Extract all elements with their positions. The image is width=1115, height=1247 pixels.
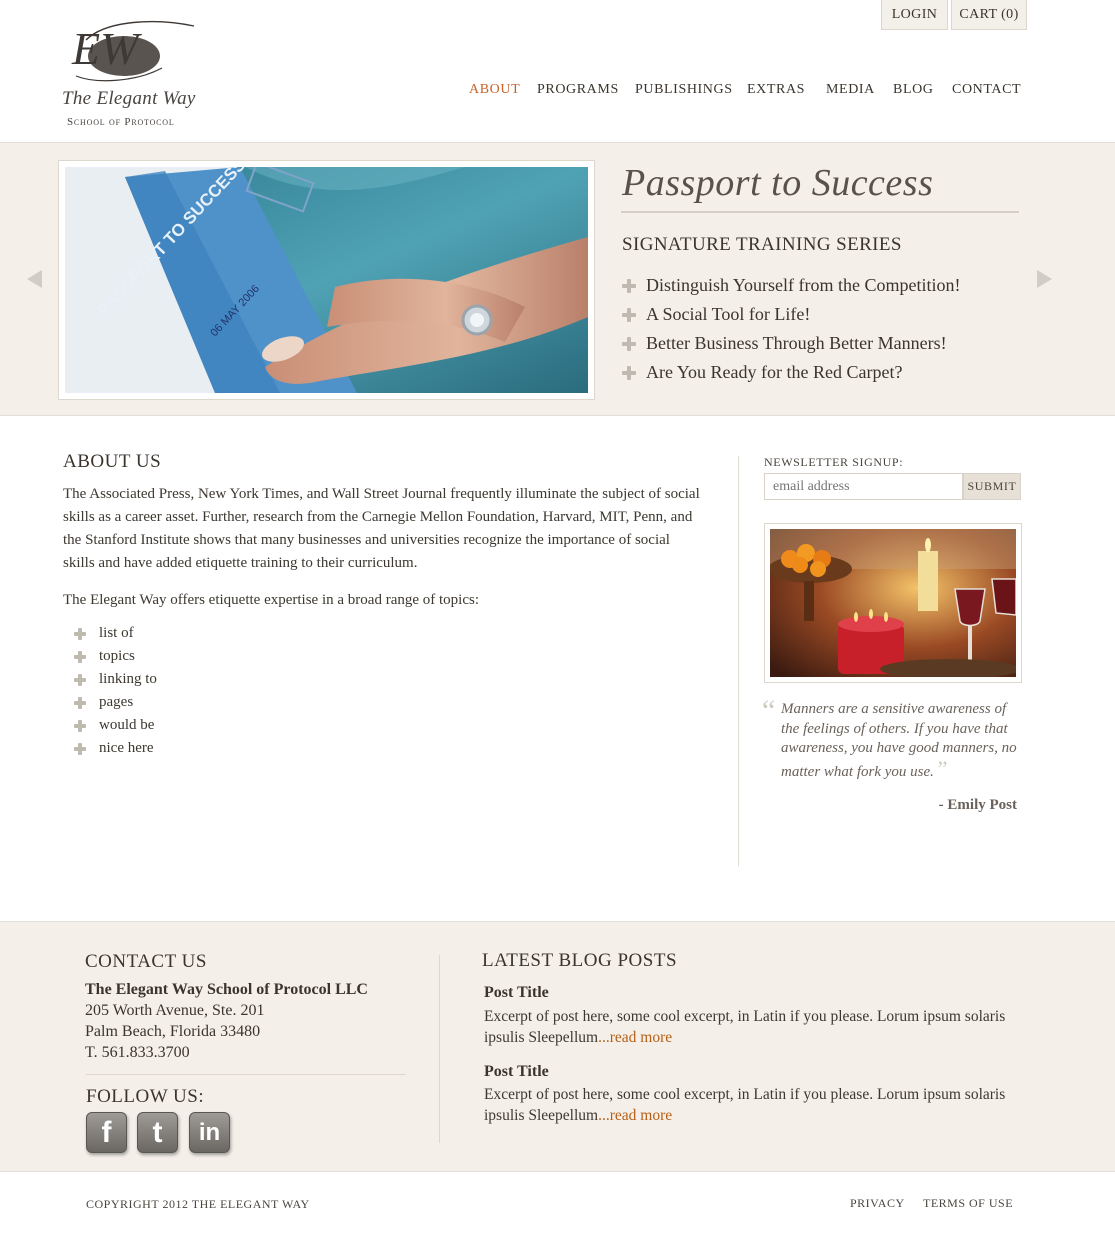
read-more-link[interactable]: ...read more <box>598 1107 672 1124</box>
topic-item[interactable]: pages <box>74 691 157 714</box>
topic-label: topics <box>99 648 135 664</box>
plus-bullet-icon <box>74 673 86 686</box>
svg-text:EW: EW <box>71 23 142 74</box>
about-heading: ABOUT US <box>63 451 162 472</box>
topics-list: list of topics linking to pages would be… <box>74 622 157 760</box>
login-button[interactable]: LOGIN <box>881 0 948 30</box>
about-topics-intro: The Elegant Way offers etiquette experti… <box>63 592 480 608</box>
follow-heading: FOLLOW US: <box>86 1086 205 1107</box>
logo[interactable]: EW The Elegant Way School of Protocol <box>60 18 210 133</box>
facebook-icon[interactable]: f <box>86 1112 127 1153</box>
newsletter-label: NEWSLETTER SIGNUP: <box>764 455 904 469</box>
copyright: COPYRIGHT 2012 THE ELEGANT WAY <box>86 1197 310 1211</box>
hero-subtitle: SIGNATURE TRAINING SERIES <box>622 234 902 255</box>
quote-author: - Emily Post <box>938 797 1017 813</box>
hero-bullet-list: Distinguish Yourself from the Competitio… <box>622 271 961 387</box>
content-divider <box>738 456 739 866</box>
plus-bullet-icon <box>74 627 86 640</box>
passport-hand-photo: PASSPORT TO SUCCESS 06 MAY 2006 <box>65 167 588 393</box>
cart-button[interactable]: CART (0) <box>951 0 1027 30</box>
nav-programs[interactable]: PROGRAMS <box>537 82 619 98</box>
quote-open-mark-icon: “ <box>762 694 776 727</box>
plus-bullet-icon <box>622 278 636 293</box>
topic-label: linking to <box>99 671 157 687</box>
plus-bullet-icon <box>74 650 86 663</box>
hero-bullet: Better Business Through Better Manners! <box>622 329 961 358</box>
hero-bullet-text: A Social Tool for Life! <box>646 304 811 324</box>
hero-divider <box>621 211 1019 213</box>
slider-next-arrow-icon[interactable] <box>1037 270 1052 288</box>
topic-item[interactable]: linking to <box>74 668 157 691</box>
footer-divider <box>439 955 440 1143</box>
plus-bullet-icon <box>622 307 636 322</box>
plus-bullet-icon <box>74 719 86 732</box>
hero-bullet: Are You Ready for the Red Carpet? <box>622 358 961 387</box>
topic-label: list of <box>99 625 134 641</box>
blog-heading: LATEST BLOG POSTS <box>482 950 678 971</box>
site-header: EW The Elegant Way School of Protocol LO… <box>0 0 1115 143</box>
hero-image-frame: PASSPORT TO SUCCESS 06 MAY 2006 <box>58 160 595 400</box>
company-name: The Elegant Way School of Protocol LLC <box>85 981 368 998</box>
read-more-link[interactable]: ...read more <box>598 1029 672 1046</box>
contact-heading: CONTACT US <box>85 951 207 972</box>
slider-prev-arrow-icon[interactable] <box>27 270 42 288</box>
topic-label: would be <box>99 717 155 733</box>
hero-bullet-text: Distinguish Yourself from the Competitio… <box>646 275 961 295</box>
topic-item[interactable]: topics <box>74 645 157 668</box>
post-excerpt-text: Excerpt of post here, some cool excerpt,… <box>484 1008 1006 1046</box>
hero-banner: PASSPORT TO SUCCESS 06 MAY 2006 Passport… <box>0 143 1115 416</box>
nav-media[interactable]: MEDIA <box>826 82 875 98</box>
nav-about[interactable]: ABOUT <box>469 82 520 98</box>
post-title[interactable]: Post Title <box>484 1063 549 1081</box>
monogram-logo-icon: EW <box>71 20 195 82</box>
topic-item[interactable]: would be <box>74 714 157 737</box>
privacy-link[interactable]: PRIVACY <box>850 1196 905 1211</box>
footer: CONTACT US The Elegant Way School of Pro… <box>0 921 1115 1172</box>
post-excerpt-text: Excerpt of post here, some cool excerpt,… <box>484 1086 1006 1124</box>
quote-block: Manners are a sensitive awareness of the… <box>781 700 1021 782</box>
post-excerpt: Excerpt of post here, some cool excerpt,… <box>484 1006 1029 1048</box>
quote-text: Manners are a sensitive awareness of the… <box>781 701 1017 780</box>
topic-item[interactable]: list of <box>74 622 157 645</box>
plus-bullet-icon <box>74 742 86 755</box>
plus-bullet-icon <box>622 336 636 351</box>
post-title[interactable]: Post Title <box>484 984 549 1002</box>
topic-item[interactable]: nice here <box>74 737 157 760</box>
topic-label: pages <box>99 694 134 710</box>
address-line-2: Palm Beach, Florida 33480 <box>85 1023 261 1040</box>
logo-name: The Elegant Way <box>62 88 196 109</box>
hero-bullet: A Social Tool for Life! <box>622 300 961 329</box>
newsletter-email-input[interactable] <box>764 473 963 500</box>
nav-publishings[interactable]: PUBLISHINGS <box>635 82 733 98</box>
newsletter-submit-button[interactable]: SUBMIT <box>963 473 1021 500</box>
linkedin-icon[interactable]: in <box>189 1112 230 1153</box>
topic-label: nice here <box>99 740 154 756</box>
contact-divider <box>86 1074 406 1075</box>
sidebar-image-frame <box>764 523 1022 683</box>
hero-bullet: Distinguish Yourself from the Competitio… <box>622 271 961 300</box>
candles-table-photo <box>770 529 1016 677</box>
terms-link[interactable]: TERMS OF USE <box>923 1196 1013 1211</box>
nav-contact[interactable]: CONTACT <box>952 82 1021 98</box>
plus-bullet-icon <box>622 365 636 380</box>
logo-tagline: School of Protocol <box>67 116 175 128</box>
about-paragraph: The Associated Press, New York Times, an… <box>63 486 700 571</box>
hero-bullet-text: Better Business Through Better Manners! <box>646 333 947 353</box>
quote-close-mark-icon: ” <box>937 755 948 781</box>
hero-bullet-text: Are You Ready for the Red Carpet? <box>646 362 903 382</box>
plus-bullet-icon <box>74 696 86 709</box>
address-line-1: 205 Worth Avenue, Ste. 201 <box>85 1002 265 1019</box>
phone-number: T. 561.833.3700 <box>85 1044 190 1061</box>
nav-extras[interactable]: EXTRAS <box>747 82 805 98</box>
post-excerpt: Excerpt of post here, some cool excerpt,… <box>484 1084 1029 1126</box>
twitter-icon[interactable]: t <box>137 1112 178 1153</box>
hero-title: Passport to Success <box>622 162 934 204</box>
nav-blog[interactable]: BLOG <box>893 82 934 98</box>
